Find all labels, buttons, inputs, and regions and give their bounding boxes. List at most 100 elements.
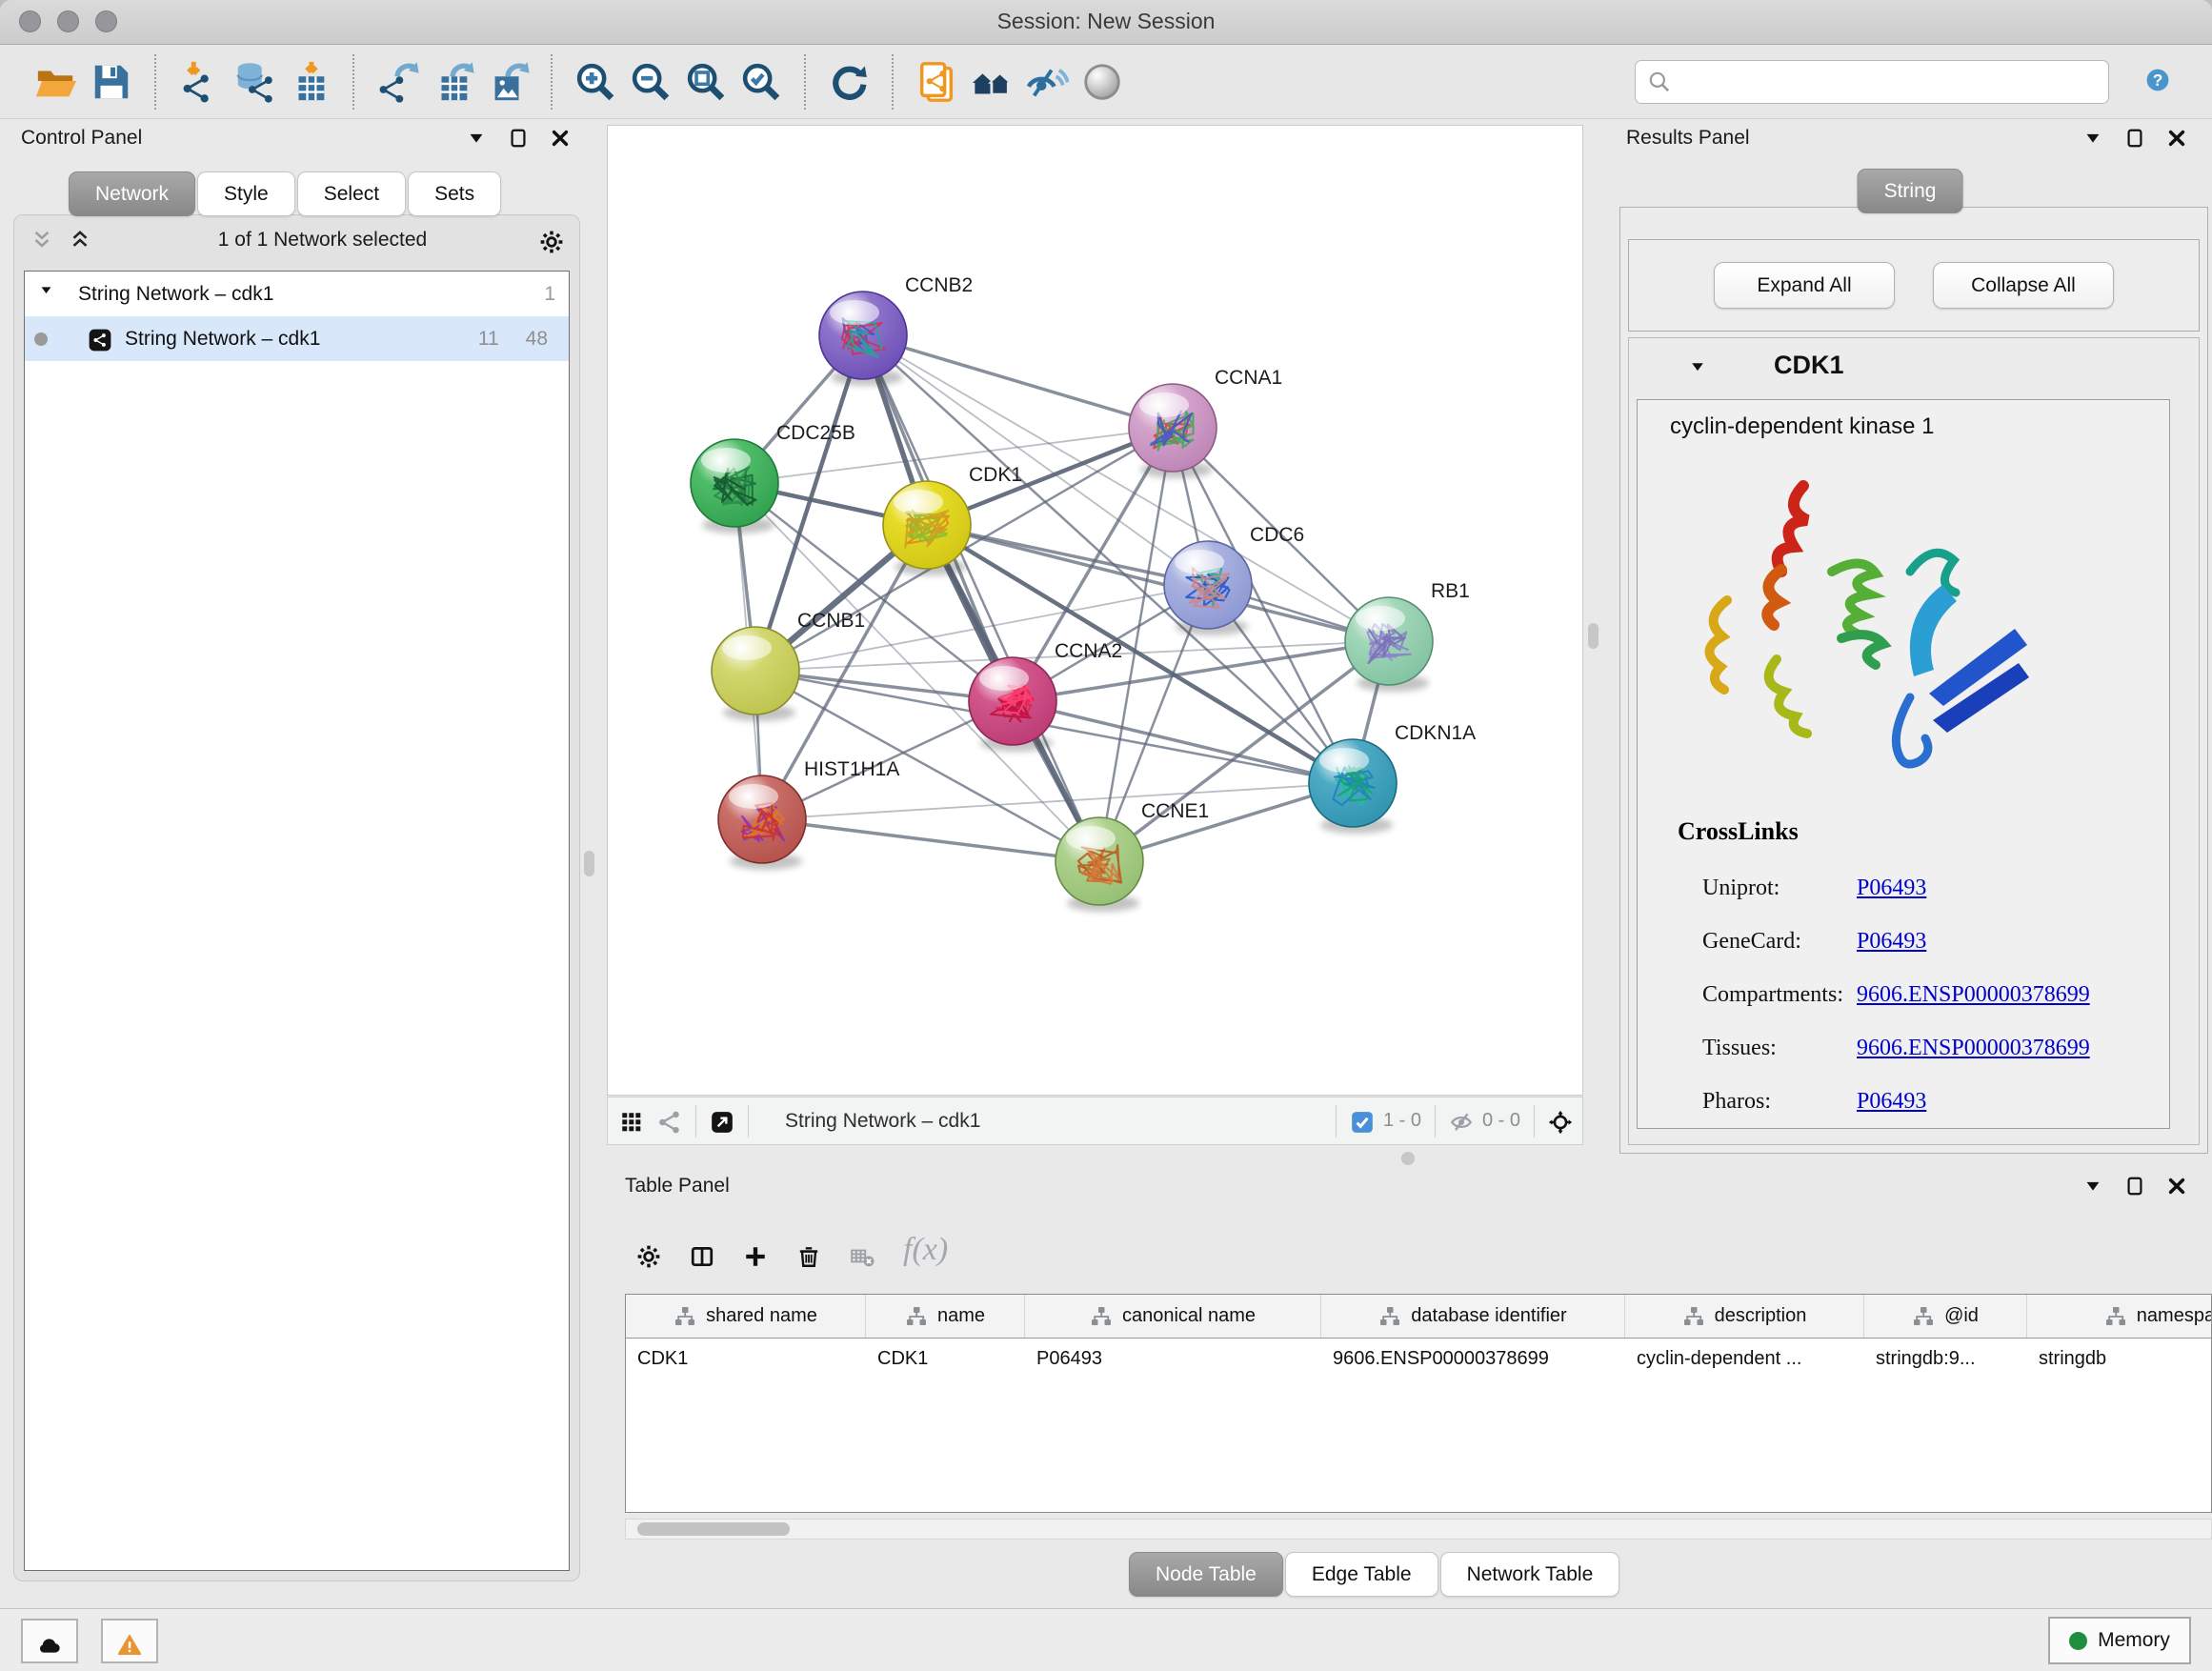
open-string-doc-button[interactable] (909, 53, 964, 111)
enhance-button[interactable] (1019, 53, 1075, 111)
table-cell[interactable]: cyclin-dependent ... (1625, 1339, 1864, 1379)
panel-close-button[interactable] (2166, 1176, 2187, 1197)
table-cell[interactable]: P06493 (1025, 1339, 1321, 1379)
table-cell[interactable]: stringdb (2027, 1339, 2212, 1379)
cloud-button[interactable] (21, 1619, 78, 1663)
column-header-@id[interactable]: @id (1864, 1295, 2027, 1338)
table-cell[interactable]: CDK1 (626, 1339, 866, 1379)
table-options-gear-icon[interactable] (636, 1238, 661, 1262)
panel-float-button[interactable] (466, 128, 487, 149)
network-options-gear-icon[interactable] (539, 228, 564, 252)
right-splitter-handle[interactable] (1588, 623, 1599, 649)
panel-maximize-button[interactable] (2124, 1176, 2145, 1197)
crosslink-link[interactable]: 9606.ENSP00000378699 (1857, 1036, 2090, 1060)
zoom-out-button[interactable] (623, 53, 678, 111)
table-horizontal-scrollbar[interactable] (625, 1519, 2212, 1540)
column-header-canonical-name[interactable]: canonical name (1025, 1295, 1321, 1338)
tab-style[interactable]: Style (197, 171, 295, 216)
column-header-name[interactable]: name (866, 1295, 1025, 1338)
show-columns-icon[interactable] (690, 1238, 714, 1262)
network-collection-row[interactable]: String Network – cdk1 1 (25, 272, 569, 316)
svg-text:CDK1: CDK1 (969, 464, 1022, 486)
panel-close-button[interactable] (550, 128, 571, 149)
scrollbar-thumb[interactable] (637, 1522, 790, 1536)
left-splitter-handle[interactable] (584, 851, 594, 876)
node-entry-cdk1: CDK1 cyclin-dependent kinase 1 (1628, 337, 2200, 1145)
open-session-button[interactable] (29, 53, 84, 111)
collection-expand-caret-icon[interactable] (38, 282, 63, 307)
add-column-icon[interactable] (743, 1238, 768, 1262)
panel-maximize-button[interactable] (2124, 128, 2145, 149)
home-icon (970, 60, 1014, 104)
entry-collapse-caret-icon[interactable] (1688, 357, 1713, 382)
network-overview-share-icon[interactable] (657, 1109, 682, 1134)
import-table-icon (288, 60, 332, 104)
fit-selected-crosshair-icon[interactable] (1548, 1109, 1573, 1134)
panel-maximize-button[interactable] (508, 128, 529, 149)
export-image-button[interactable] (480, 53, 535, 111)
zoom-fit-button[interactable] (678, 53, 734, 111)
crosslink-link[interactable]: P06493 (1857, 876, 1926, 900)
crosslink-link[interactable]: 9606.ENSP00000378699 (1857, 982, 2090, 1007)
tab-edge-table[interactable]: Edge Table (1285, 1552, 1438, 1597)
panel-float-button[interactable] (2082, 128, 2103, 149)
bottom-splitter-handle[interactable] (1401, 1152, 1415, 1165)
warnings-button[interactable] (101, 1619, 158, 1663)
table-cell[interactable]: stringdb:9... (1864, 1339, 2027, 1379)
column-type-icon (674, 1305, 696, 1328)
selected-checkbox-icon[interactable] (1350, 1109, 1375, 1134)
panel-close-button[interactable] (2166, 128, 2187, 149)
table-row[interactable]: CDK1CDK1P064939606.ENSP00000378699cyclin… (626, 1339, 2211, 1379)
crosslink-link[interactable]: P06493 (1857, 929, 1926, 954)
tab-node-table[interactable]: Node Table (1129, 1552, 1283, 1597)
network-status-dot (34, 332, 48, 346)
tab-network-table[interactable]: Network Table (1440, 1552, 1620, 1597)
tab-select[interactable]: Select (297, 171, 406, 216)
network-row-selected[interactable]: String Network – cdk1 11 48 (25, 316, 569, 361)
import-network-button[interactable] (171, 53, 227, 111)
network-graph[interactable]: CCNB2CCNA1CDC25BCDK1CDC6RB1CCNB1CCNA2CDK… (608, 126, 1582, 1095)
export-table-icon (431, 60, 474, 104)
column-header-description[interactable]: description (1625, 1295, 1864, 1338)
memory-button[interactable]: Memory (2048, 1617, 2191, 1664)
tab-string[interactable]: String (1858, 169, 1963, 213)
import-database-button[interactable] (227, 53, 282, 111)
search-input[interactable] (1679, 70, 2097, 92)
collapse-all-button[interactable]: Collapse All (1933, 262, 2114, 309)
zoom-in-button[interactable] (568, 53, 623, 111)
panel-float-button[interactable] (2082, 1176, 2103, 1197)
tab-sets[interactable]: Sets (408, 171, 501, 216)
table-cell[interactable]: 9606.ENSP00000378699 (1321, 1339, 1625, 1379)
export-table-button[interactable] (425, 53, 480, 111)
help-button[interactable]: ? (2134, 58, 2182, 106)
network-view-canvas[interactable]: CCNB2CCNA1CDC25BCDK1CDC6RB1CCNB1CCNA2CDK… (607, 125, 1583, 1096)
memory-label: Memory (2098, 1629, 2170, 1652)
expand-all-networks-icon[interactable] (68, 228, 92, 252)
table-cell[interactable]: CDK1 (866, 1339, 1025, 1379)
table-header-row: shared namenamecanonical namedatabase id… (626, 1295, 2211, 1339)
inspect-button[interactable] (1075, 53, 1130, 111)
import-network-icon (177, 60, 221, 104)
birds-eye-view-icon[interactable] (619, 1109, 644, 1134)
refresh-button[interactable] (821, 53, 876, 111)
column-header-namespace[interactable]: namespace (2027, 1295, 2212, 1338)
expand-all-button[interactable]: Expand All (1714, 262, 1895, 309)
collapse-all-networks-icon[interactable] (30, 228, 54, 252)
network-view-title: String Network – cdk1 (785, 1110, 980, 1133)
svg-text:HIST1H1A: HIST1H1A (804, 758, 899, 780)
search-box[interactable] (1635, 60, 2109, 104)
save-session-button[interactable] (84, 53, 139, 111)
delete-column-icon[interactable] (796, 1238, 821, 1262)
export-network-button[interactable] (370, 53, 425, 111)
collection-count: 1 (544, 283, 555, 306)
detach-view-icon[interactable] (710, 1109, 734, 1134)
crosslink-link[interactable]: P06493 (1857, 1089, 1926, 1114)
tab-network[interactable]: Network (69, 171, 195, 216)
zoom-selected-button[interactable] (734, 53, 789, 111)
import-table-button[interactable] (282, 53, 337, 111)
node-table[interactable]: shared namenamecanonical namedatabase id… (625, 1294, 2212, 1513)
column-header-shared-name[interactable]: shared name (626, 1295, 866, 1338)
hidden-eye-slash-icon[interactable] (1449, 1109, 1474, 1134)
home-button[interactable] (964, 53, 1019, 111)
column-header-database-identifier[interactable]: database identifier (1321, 1295, 1625, 1338)
